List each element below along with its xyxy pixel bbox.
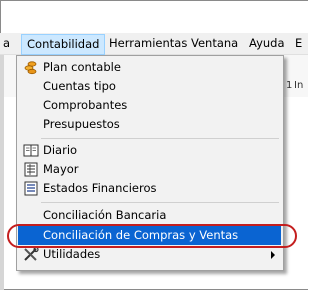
menu-bar-item-contabilidad[interactable]: Contabilidad <box>21 34 106 55</box>
submenu-arrow-icon <box>271 251 275 259</box>
menu-item-conciliacion-compras-ventas[interactable]: Conciliación de Compras y Ventas <box>18 226 281 245</box>
contabilidad-dropdown-menu: Plan contable Cuentas tipo Comprobantes … <box>16 55 284 271</box>
menu-item-diario[interactable]: Diario <box>17 141 283 160</box>
menu-item-label: Conciliación Bancaria <box>43 208 167 222</box>
menu-item-label: Conciliación de Compras y Ventas <box>43 228 239 242</box>
menu-bar: a Contabilidad Herramientas Ventana Ayud… <box>0 33 308 55</box>
menu-item-label: Utilidades <box>43 247 101 261</box>
menu-bar-item-ayuda[interactable]: Ayuda <box>249 33 285 54</box>
menu-item-label: Mayor <box>43 162 79 176</box>
menu-item-label: Comprobantes <box>43 98 128 112</box>
menu-bar-item-herramientas[interactable]: Herramientas <box>109 33 187 54</box>
coins-icon <box>24 61 37 75</box>
left-panel-edge <box>0 55 4 290</box>
menu-item-estados-financieros[interactable]: Estados Financieros <box>17 179 283 198</box>
menu-item-presupuestos[interactable]: Presupuestos <box>17 115 283 134</box>
menu-item-label: Plan contable <box>43 60 121 74</box>
menu-item-conciliacion-bancaria[interactable]: Conciliación Bancaria <box>17 206 283 225</box>
ledger-icon <box>24 162 38 177</box>
menu-bar-item-previous[interactable]: a <box>3 33 10 54</box>
tools-icon <box>24 247 39 261</box>
menu-separator <box>41 138 279 139</box>
menu-item-plan-contable[interactable]: Plan contable <box>17 58 283 77</box>
menu-item-label: Diario <box>43 143 78 157</box>
menu-item-cuentas-tipo[interactable]: Cuentas tipo <box>17 77 283 96</box>
menu-item-label: Estados Financieros <box>43 181 157 195</box>
menu-item-label: Presupuestos <box>43 117 120 131</box>
toolbar-label: In <box>294 80 304 91</box>
menu-bar-item-ventana[interactable]: Ventana <box>191 33 238 54</box>
menu-item-label: Cuentas tipo <box>43 79 116 93</box>
menu-separator <box>41 202 279 203</box>
menu-item-comprobantes[interactable]: Comprobantes <box>17 96 283 115</box>
book-icon <box>23 144 39 157</box>
menu-item-utilidades[interactable]: Utilidades <box>17 245 283 264</box>
toolbar-label: 1 <box>286 80 293 91</box>
menu-item-mayor[interactable]: Mayor <box>17 160 283 179</box>
menu-bar-item-next[interactable]: E <box>295 33 302 54</box>
report-icon <box>24 181 38 196</box>
